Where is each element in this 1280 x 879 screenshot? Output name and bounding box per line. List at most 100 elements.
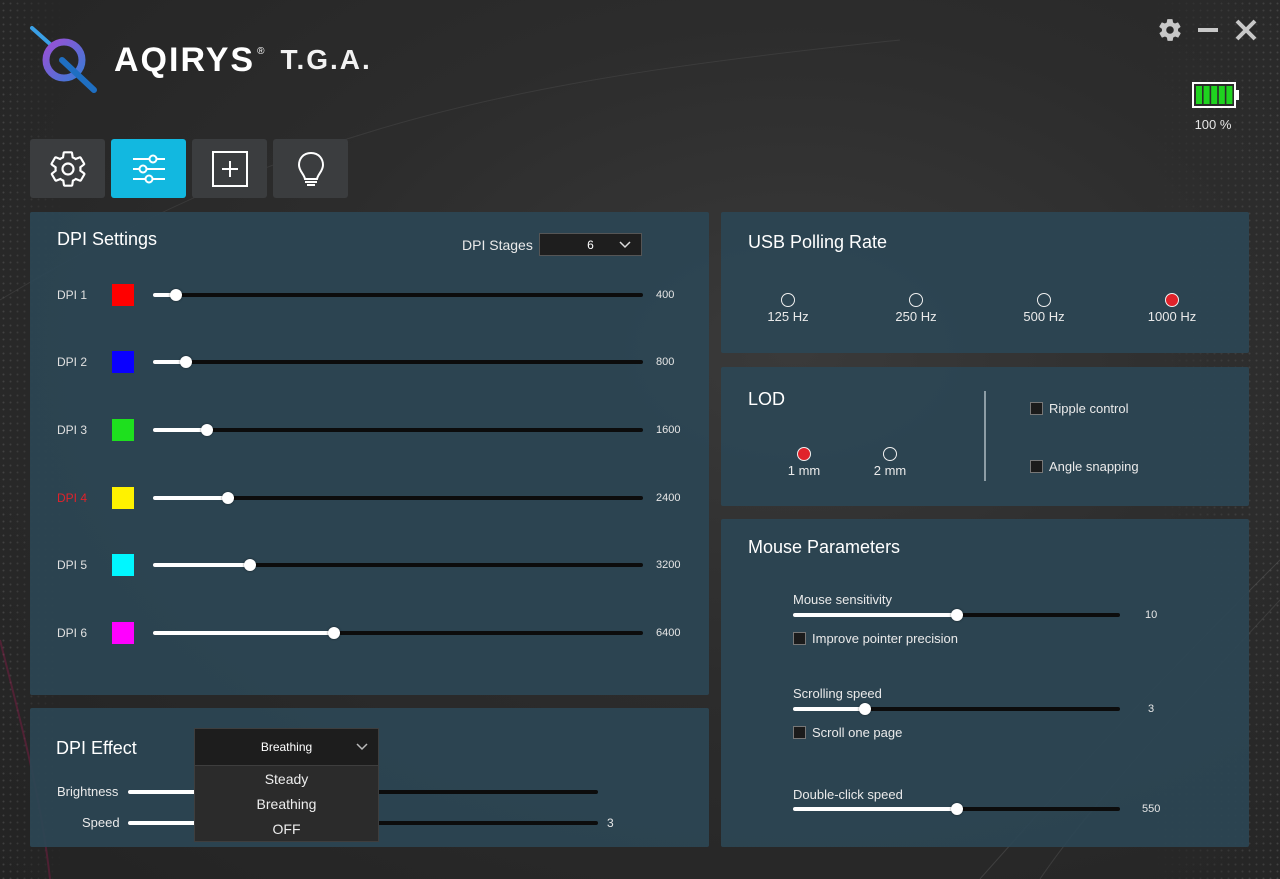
dpi-value: 2400 <box>656 492 681 504</box>
dpi-slider[interactable] <box>153 356 643 368</box>
speed-label: Speed <box>82 815 120 830</box>
slider-fill <box>793 613 957 617</box>
scrolling-speed-value: 3 <box>1148 703 1155 715</box>
gear-icon <box>50 150 85 187</box>
polling-option-250[interactable]: 250 Hz <box>871 293 961 324</box>
dpi-stages-value: 6 <box>587 237 594 252</box>
brand-registered-mark: ® <box>257 45 265 57</box>
radio-button-selected <box>1165 293 1179 307</box>
tab-lighting[interactable] <box>273 139 348 198</box>
scrolling-speed-label: Scrolling speed <box>793 686 882 701</box>
polling-option-500[interactable]: 500 Hz <box>999 293 1089 324</box>
slider-fill <box>153 631 334 635</box>
dpi-color-swatch[interactable] <box>112 419 134 441</box>
dpi-settings-panel: DPI Settings DPI Stages 6 DPI 1 400 DPI 2 8… <box>30 212 709 695</box>
dpi-stage-label: DPI 6 <box>57 626 88 640</box>
dpi-effect-options: Steady Breathing OFF <box>194 766 379 842</box>
dpi-stage-label: DPI 2 <box>57 355 88 369</box>
dpi-color-swatch[interactable] <box>112 351 134 373</box>
slider-thumb[interactable] <box>328 627 340 639</box>
double-click-speed-slider[interactable] <box>793 803 1120 815</box>
scrolling-speed-slider[interactable] <box>793 703 1120 715</box>
dpi-color-swatch[interactable] <box>112 554 134 576</box>
dpi-slider[interactable] <box>153 627 643 639</box>
double-click-speed-value: 550 <box>1142 803 1161 815</box>
product-name: T.G.A. <box>280 44 372 75</box>
dpi-slider[interactable] <box>153 424 643 436</box>
scroll-one-page-checkbox[interactable]: Scroll one page <box>793 725 902 740</box>
slider-thumb[interactable] <box>244 559 256 571</box>
usb-polling-panel: USB Polling Rate 125 Hz 250 Hz 500 Hz 10… <box>721 212 1249 353</box>
dpi-effect-option[interactable]: OFF <box>195 816 378 841</box>
brightness-label: Brightness <box>57 784 119 799</box>
dpi-row: DPI 4 2400 <box>30 483 710 513</box>
battery-indicator: 100 % <box>1190 82 1242 132</box>
mouse-sensitivity-slider[interactable] <box>793 609 1120 621</box>
dpi-slider[interactable] <box>153 492 643 504</box>
bulb-icon <box>297 151 324 186</box>
dpi-color-swatch[interactable] <box>112 487 134 509</box>
close-icon[interactable] <box>1232 16 1260 44</box>
dpi-slider[interactable] <box>153 289 643 301</box>
dpi-effect-selected: Breathing <box>260 740 313 754</box>
checkbox <box>1030 460 1043 473</box>
dpi-stage-label: DPI 4 <box>57 491 88 505</box>
sliders-icon <box>132 154 165 183</box>
settings-gear-icon[interactable] <box>1156 16 1184 44</box>
battery-icon <box>1192 82 1239 108</box>
slider-thumb[interactable] <box>859 703 871 715</box>
improve-precision-checkbox[interactable]: Improve pointer precision <box>793 631 958 646</box>
radio-button-selected <box>797 447 811 461</box>
brand-name: AQIRYS <box>114 40 256 79</box>
slider-fill <box>153 428 207 432</box>
polling-option-125[interactable]: 125 Hz <box>743 293 833 324</box>
dpi-stages-label: DPI Stages <box>462 237 533 253</box>
slider-fill <box>793 807 957 811</box>
window-controls <box>1156 16 1260 44</box>
slider-thumb[interactable] <box>201 424 213 436</box>
dpi-stages-select[interactable]: 6 <box>539 233 642 256</box>
dpi-row: DPI 5 3200 <box>30 550 710 580</box>
aqirys-logo-icon <box>30 26 97 93</box>
dpi-row: DPI 3 1600 <box>30 415 710 445</box>
checkbox <box>793 632 806 645</box>
ripple-control-label: Ripple control <box>1049 401 1129 416</box>
angle-snapping-checkbox[interactable]: Angle snapping <box>1030 459 1139 474</box>
dpi-value: 6400 <box>656 627 681 639</box>
radio-label: 1000 Hz <box>1147 309 1197 324</box>
lod-option-2mm[interactable]: 2 mm <box>845 447 935 478</box>
slider-thumb[interactable] <box>170 289 182 301</box>
slider-thumb[interactable] <box>222 492 234 504</box>
lod-divider <box>984 391 986 481</box>
dpi-effect-select[interactable]: Breathing <box>194 728 379 766</box>
dpi-value: 800 <box>656 356 675 368</box>
battery-percent: 100 % <box>1194 117 1232 132</box>
speed-slider-fill <box>128 821 198 825</box>
dpi-color-swatch[interactable] <box>112 622 134 644</box>
tab-macros[interactable] <box>192 139 267 198</box>
dpi-effect-option[interactable]: Steady <box>195 766 378 791</box>
slider-thumb[interactable] <box>951 609 963 621</box>
tab-performance[interactable] <box>111 139 186 198</box>
battery-cell <box>1203 86 1210 104</box>
slider-thumb[interactable] <box>951 803 963 815</box>
dpi-effect-option[interactable]: Breathing <box>195 791 378 816</box>
radio-button <box>909 293 923 307</box>
ripple-control-checkbox[interactable]: Ripple control <box>1030 401 1129 416</box>
tab-general-settings[interactable] <box>30 139 105 198</box>
dpi-value: 3200 <box>656 559 681 571</box>
checkbox <box>1030 402 1043 415</box>
radio-label: 125 Hz <box>767 309 809 324</box>
dpi-slider[interactable] <box>153 559 643 571</box>
radio-label: 500 Hz <box>1023 309 1065 324</box>
polling-option-1000[interactable]: 1000 Hz <box>1127 293 1217 324</box>
scroll-one-page-label: Scroll one page <box>812 725 903 740</box>
speed-value: 3 <box>607 816 614 830</box>
slider-thumb[interactable] <box>180 356 192 368</box>
battery-cell <box>1226 86 1233 104</box>
dpi-color-swatch[interactable] <box>112 284 134 306</box>
radio-button <box>883 447 897 461</box>
lod-option-1mm[interactable]: 1 mm <box>759 447 849 478</box>
minimize-icon[interactable] <box>1194 16 1222 44</box>
battery-cell <box>1211 86 1218 104</box>
